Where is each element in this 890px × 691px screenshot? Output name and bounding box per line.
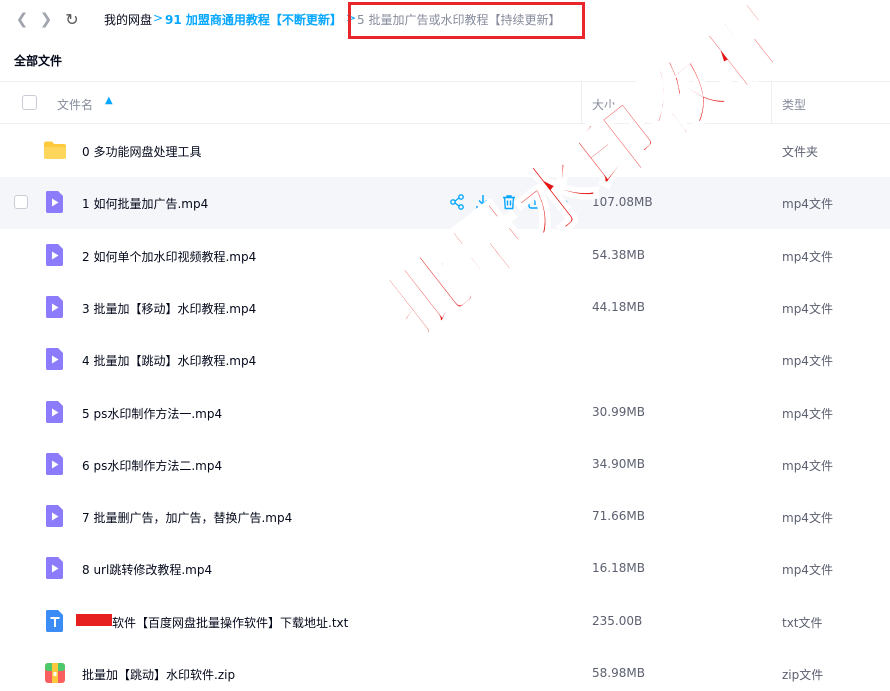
column-header-name[interactable]: 文件名 (57, 96, 93, 113)
table-header (0, 81, 890, 124)
forward-arrow-icon[interactable]: ❯ (36, 9, 56, 29)
video-file-icon (43, 452, 67, 476)
table-row[interactable]: 4 批量加【跳动】水印教程.mp4 mp4文件 (0, 334, 890, 386)
file-size: 107.08MB (592, 195, 653, 210)
folder-icon (43, 138, 67, 162)
table-row[interactable]: 批量加【跳动】水印软件.zip 58.98MB zip文件 (0, 648, 890, 691)
table-row[interactable]: 3 批量加【移动】水印教程.mp4 44.18MB mp4文件 (0, 282, 890, 334)
file-name[interactable]: 软件【百度网盘批量操作软件】下载地址.txt (112, 614, 348, 631)
breadcrumb-parent[interactable]: 91 加盟商通用教程【不断更新】 (165, 11, 342, 28)
table-row[interactable]: 软件【百度网盘批量操作软件】下载地址.txt 235.00B txt文件 (0, 596, 890, 648)
file-type: mp4文件 (782, 197, 833, 212)
file-type: 文件夹 (782, 145, 819, 159)
file-name[interactable]: 2 如何单个加水印视频教程.mp4 (82, 248, 256, 265)
file-size: 54.38MB (592, 247, 645, 262)
file-type: zip文件 (782, 668, 824, 682)
file-size: 235.00B (592, 613, 643, 628)
file-name[interactable]: 7 批量删广告，加广告，替换广告.mp4 (82, 509, 292, 526)
file-type: mp4文件 (782, 511, 833, 526)
table-row[interactable]: 0 多功能网盘处理工具 - 文件夹 (0, 125, 890, 177)
more-icon[interactable] (552, 193, 570, 211)
file-name[interactable]: 批量加【跳动】水印软件.zip (82, 666, 235, 683)
file-name[interactable]: 8 url跳转修改教程.mp4 (82, 561, 212, 578)
file-size: 44.18MB (592, 299, 645, 314)
breadcrumb-separator: > (346, 11, 357, 25)
refresh-icon[interactable]: ↻ (62, 9, 82, 29)
table-row[interactable]: 8 url跳转修改教程.mp4 16.18MB mp4文件 (0, 543, 890, 595)
video-file-icon (43, 347, 67, 371)
column-header-type[interactable]: 类型 (782, 96, 806, 113)
breadcrumb-current: 5 批量加广告或水印教程【持续更新】 (357, 13, 561, 27)
file-size: 58.98MB (592, 666, 645, 680)
file-size: 34.90MB (592, 456, 645, 471)
file-type: txt文件 (782, 615, 823, 630)
download-icon[interactable] (474, 193, 492, 211)
file-size: - (592, 143, 597, 157)
file-type: mp4文件 (782, 354, 833, 369)
redaction-mark (76, 613, 112, 626)
file-name[interactable]: 5 ps水印制作方法一.mp4 (82, 405, 222, 422)
file-size: 16.18MB (592, 561, 645, 576)
table-row[interactable]: 7 批量删广告，加广告，替换广告.mp4 71.66MB mp4文件 (0, 491, 890, 543)
video-file-icon (43, 400, 67, 424)
row-actions (448, 193, 570, 211)
table-row[interactable]: 2 如何单个加水印视频教程.mp4 54.38MB mp4文件 (0, 230, 890, 282)
video-file-icon (43, 504, 67, 528)
file-name[interactable]: 0 多功能网盘处理工具 (82, 143, 201, 160)
file-size: 71.66MB (592, 509, 645, 524)
column-divider[interactable] (581, 81, 582, 124)
file-size: 30.99MB (592, 404, 645, 419)
row-checkbox[interactable] (14, 195, 28, 210)
video-file-icon (43, 243, 67, 267)
delete-icon[interactable] (500, 193, 518, 211)
file-type: mp4文件 (782, 249, 833, 264)
zip-file-icon (43, 661, 67, 685)
table-row[interactable]: 6 ps水印制作方法二.mp4 34.90MB mp4文件 (0, 439, 890, 491)
video-file-icon (43, 295, 67, 319)
file-name[interactable]: 3 批量加【移动】水印教程.mp4 (82, 300, 256, 317)
file-name[interactable]: 4 批量加【跳动】水印教程.mp4 (82, 352, 256, 369)
video-file-icon (43, 190, 67, 214)
table-row[interactable]: 5 ps水印制作方法一.mp4 30.99MB mp4文件 (0, 387, 890, 439)
breadcrumb-separator: > (153, 11, 164, 25)
file-name[interactable]: 6 ps水印制作方法二.mp4 (82, 457, 222, 474)
column-divider[interactable] (771, 81, 772, 124)
file-type: mp4文件 (782, 563, 833, 578)
file-type: mp4文件 (782, 406, 833, 421)
rename-icon[interactable] (526, 193, 544, 211)
video-file-icon (43, 556, 67, 580)
file-type: mp4文件 (782, 301, 833, 316)
select-all-checkbox[interactable] (22, 95, 37, 110)
column-header-size[interactable]: 大小 (592, 96, 616, 113)
text-file-icon (43, 609, 67, 633)
share-icon[interactable] (448, 193, 466, 211)
file-type: mp4文件 (782, 458, 833, 473)
breadcrumb-root[interactable]: 我的网盘 (104, 11, 152, 28)
back-arrow-icon[interactable]: ❮ (12, 9, 32, 29)
section-title: 全部文件 (14, 54, 63, 68)
file-name[interactable]: 1 如何批量加广告.mp4 (82, 195, 208, 212)
table-row[interactable]: 1 如何批量加广告.mp4 107.08MB mp4文件 (0, 177, 890, 230)
sort-icon[interactable]: ▲ (105, 95, 113, 106)
